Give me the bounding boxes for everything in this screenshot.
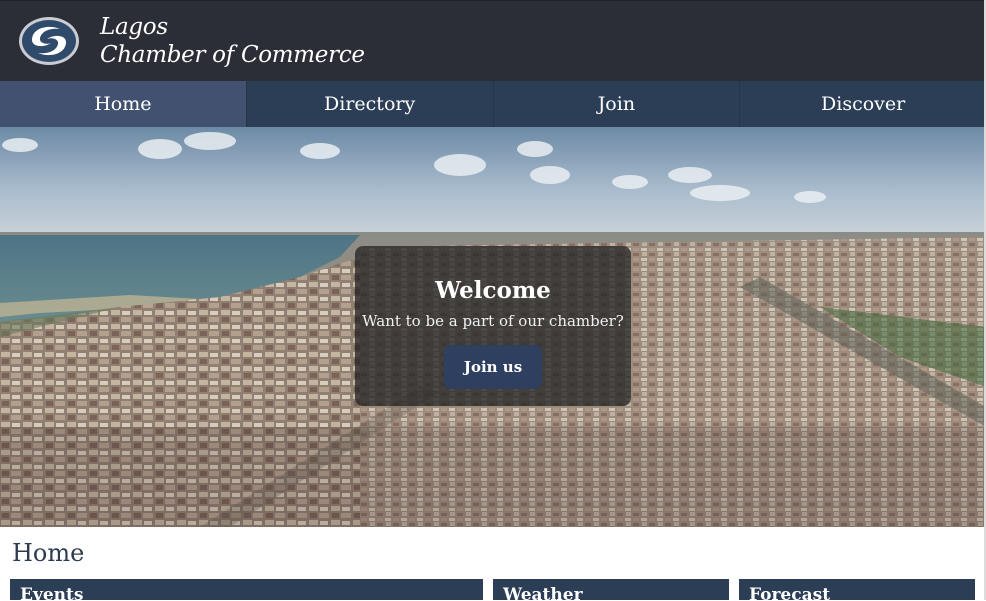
forecast-card-title: Forecast bbox=[749, 585, 831, 600]
nav-item-join[interactable]: Join bbox=[494, 81, 741, 127]
nav-item-discover[interactable]: Discover bbox=[740, 81, 984, 127]
welcome-title: Welcome bbox=[435, 277, 551, 304]
site-header: Lagos Chamber of Commerce bbox=[0, 0, 984, 82]
page-title: Home bbox=[12, 539, 85, 567]
hero-banner: Welcome Want to be a part of our chamber… bbox=[0, 127, 984, 527]
events-card-title: Events bbox=[20, 585, 84, 600]
brand-line-2: Chamber of Commerce bbox=[100, 42, 365, 68]
brand-name[interactable]: Lagos Chamber of Commerce bbox=[100, 13, 365, 69]
join-us-button[interactable]: Join us bbox=[444, 345, 542, 389]
nav-item-directory[interactable]: Directory bbox=[247, 81, 494, 127]
swirl-logo-icon[interactable] bbox=[18, 16, 80, 66]
weather-card: Weather bbox=[493, 579, 729, 600]
brand-line-1: Lagos bbox=[100, 14, 168, 40]
page-frame: Lagos Chamber of Commerce Home Directory… bbox=[0, 0, 986, 600]
weather-card-title: Weather bbox=[503, 585, 583, 600]
main-nav: Home Directory Join Discover bbox=[0, 81, 984, 127]
forecast-card: Forecast bbox=[739, 579, 975, 600]
events-card: Events bbox=[10, 579, 483, 600]
welcome-subtitle: Want to be a part of our chamber? bbox=[362, 312, 624, 330]
nav-item-home[interactable]: Home bbox=[0, 81, 247, 127]
welcome-card: Welcome Want to be a part of our chamber… bbox=[355, 246, 631, 406]
